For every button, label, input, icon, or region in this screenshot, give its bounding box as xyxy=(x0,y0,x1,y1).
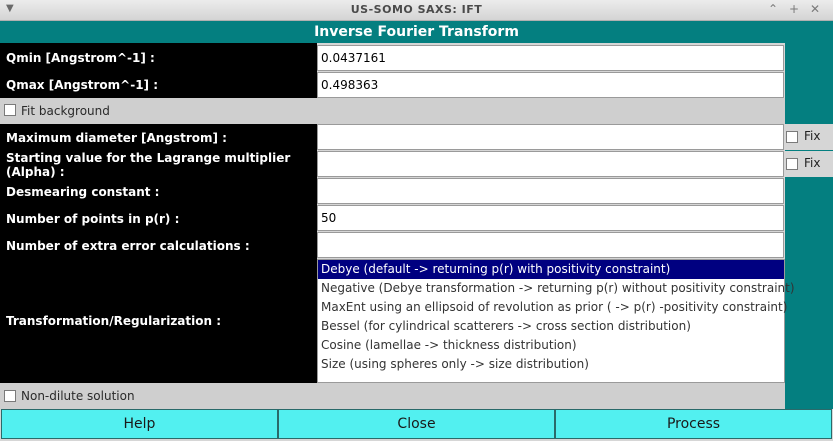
transformation-option-cosine[interactable]: Cosine (lamellae -> thickness distributi… xyxy=(318,336,784,355)
desmearing-input[interactable] xyxy=(317,178,784,204)
qmin-label: Qmin [Angstrom^-1] : xyxy=(0,43,317,72)
transformation-list[interactable]: Debye (default -> returning p(r) with po… xyxy=(317,259,795,383)
qmin-input[interactable] xyxy=(317,45,784,71)
non-dilute-label: Non-dilute solution xyxy=(21,389,135,403)
alpha-input[interactable] xyxy=(317,151,784,177)
minimize-icon[interactable]: ⌃ xyxy=(768,2,778,16)
transformation-option-negative[interactable]: Negative (Debye transformation -> return… xyxy=(318,279,795,298)
window-titlebar[interactable]: ▼ US-SOMO SAXS: IFT ⌃ + ✕ xyxy=(0,0,833,21)
maximize-icon[interactable]: + xyxy=(789,2,799,16)
npoints-label: Number of points in p(r) : xyxy=(0,205,317,232)
alpha-label: Starting value for the Lagrange multipli… xyxy=(0,151,317,179)
close-button[interactable]: Close xyxy=(278,409,555,439)
help-button[interactable]: Help xyxy=(1,409,278,439)
extra-errors-label: Number of extra error calculations : xyxy=(0,232,317,259)
window-title: US-SOMO SAXS: IFT xyxy=(350,3,483,16)
process-button[interactable]: Process xyxy=(555,409,832,439)
max-diameter-fix-checkbox[interactable] xyxy=(786,131,798,143)
alpha-fix-checkbox[interactable] xyxy=(786,158,798,170)
qmax-label: Qmax [Angstrom^-1] : xyxy=(0,72,317,98)
transformation-label: Transformation/Regularization : xyxy=(0,259,317,383)
max-diameter-label: Maximum diameter [Angstrom] : xyxy=(0,124,317,151)
fit-background-label: Fit background xyxy=(21,104,110,118)
alpha-fix: Fix xyxy=(785,151,833,177)
max-diameter-fix-label: Fix xyxy=(804,129,821,143)
max-diameter-input[interactable] xyxy=(317,124,784,150)
transformation-option-size[interactable]: Size (using spheres only -> size distrib… xyxy=(318,355,784,374)
page-title: Inverse Fourier Transform xyxy=(0,21,833,43)
qmax-input[interactable] xyxy=(317,72,784,98)
non-dilute-checkbox[interactable] xyxy=(4,390,16,402)
npoints-input[interactable] xyxy=(317,205,784,231)
alpha-fix-label: Fix xyxy=(804,156,821,170)
fit-background-row xyxy=(0,98,785,124)
fit-background-checkbox[interactable] xyxy=(4,104,16,116)
transformation-option-maxent[interactable]: MaxEnt using an ellipsoid of revolution … xyxy=(318,298,787,317)
right-panel xyxy=(785,43,833,409)
desmearing-label: Desmearing constant : xyxy=(0,178,317,205)
max-diameter-fix: Fix xyxy=(785,124,833,150)
transformation-option-debye[interactable]: Debye (default -> returning p(r) with po… xyxy=(318,260,784,279)
close-window-icon[interactable]: ✕ xyxy=(810,2,820,16)
transformation-option-bessel[interactable]: Bessel (for cylindrical scatterers -> cr… xyxy=(318,317,784,336)
extra-errors-input[interactable] xyxy=(317,232,784,258)
